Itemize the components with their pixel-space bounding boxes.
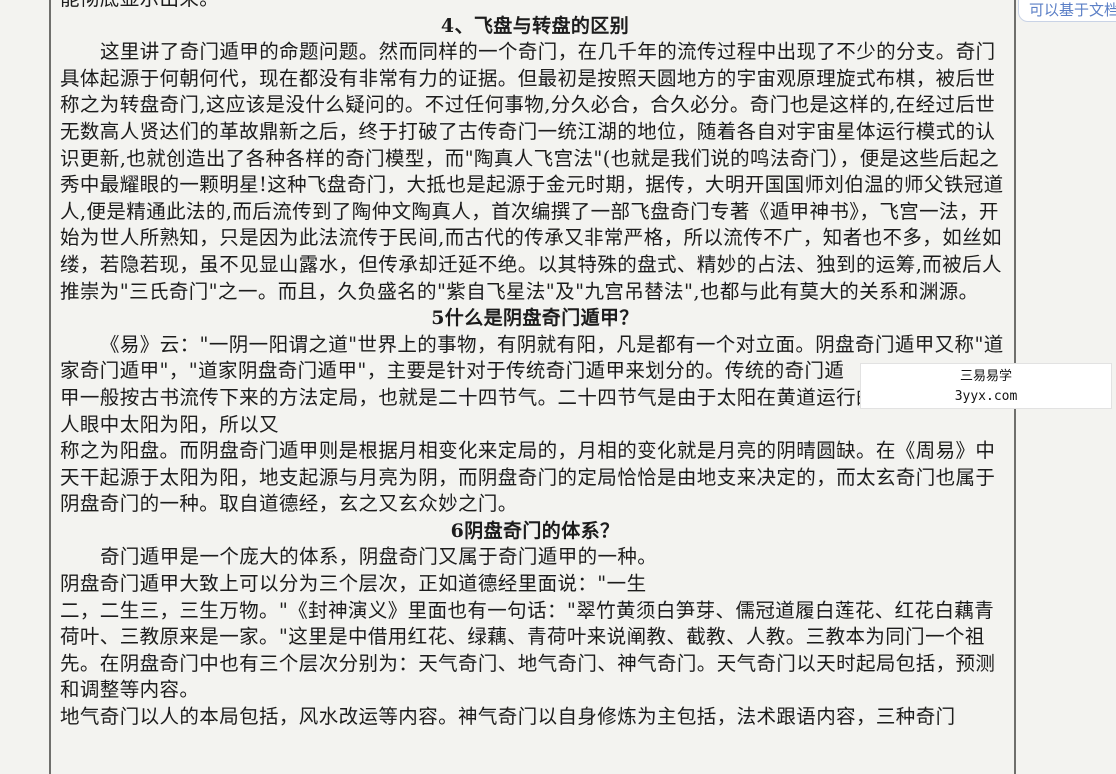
section-paragraph: 阴盘奇门遁甲大致上可以分为三个层次，正如道德经里面说："一生 bbox=[60, 572, 647, 596]
site-watermark: 三易易学 3yyx.com bbox=[860, 363, 1112, 409]
watermark-name: 三易易学 bbox=[959, 369, 1012, 384]
section-paragraph: 地气奇门以人的本局包括，风水改运等内容。神气奇门以自身修炼为主包括，法术跟语内容… bbox=[60, 705, 956, 729]
section-paragraph: 二，二生三，三生万物。"《封神演义》里面也有一句话："翠竹黄须白笋芽、儒冠道履白… bbox=[60, 598, 996, 702]
section-paragraph: 这里讲了奇门遁甲的命题问题。然而同样的一个奇门，在几千年的流传过程中出现了不少的… bbox=[60, 40, 1004, 303]
top-fragment: 能彻底显示出来。 bbox=[60, 0, 1010, 13]
page-border-left bbox=[49, 0, 51, 774]
section-heading: 6阴盘奇门的体系？ bbox=[450, 519, 620, 542]
section-heading: 5什么是阴盘奇门遁甲？ bbox=[431, 307, 639, 330]
corner-tab[interactable]: 可以基于文档 bbox=[1018, 0, 1116, 22]
section-paragraph: 称之为阳盘。而阴盘奇门遁甲则是根据月相变化来定局的，月相的变化就是月亮的阴晴圆缺… bbox=[60, 439, 996, 516]
section-heading: 4、飞盘与转盘的区别 bbox=[440, 14, 630, 37]
section-paragraph: 奇门遁甲是一个庞大的体系，阴盘奇门又属于奇门遁甲的一种。 bbox=[100, 545, 658, 569]
watermark-url: 3yyx.com bbox=[954, 389, 1018, 404]
